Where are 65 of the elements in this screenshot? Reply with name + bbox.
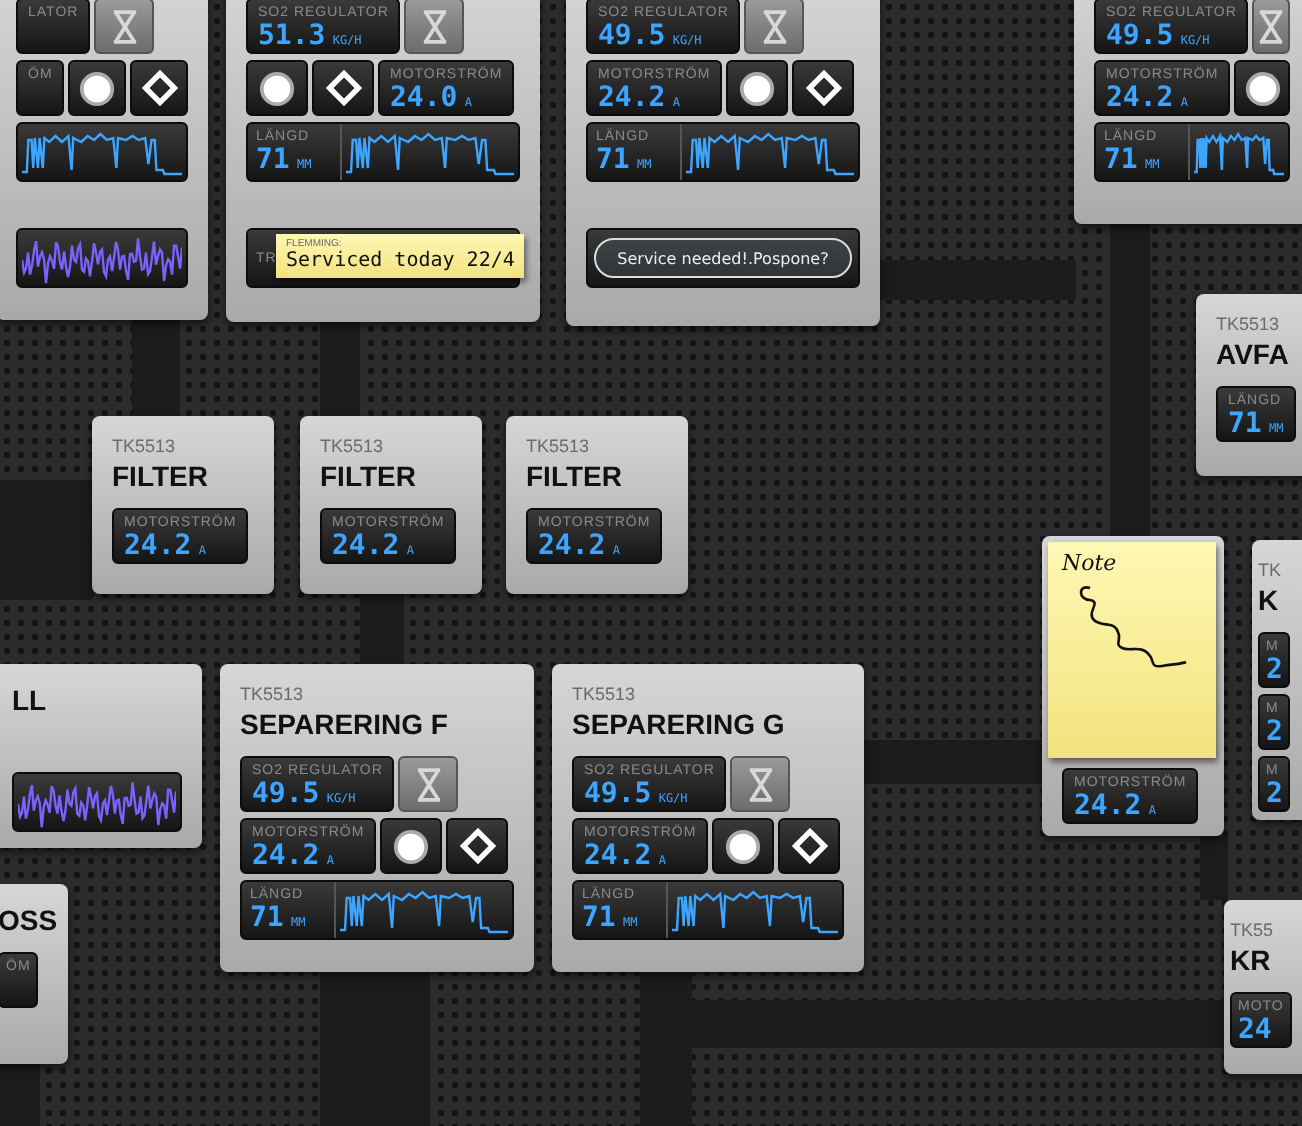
diamond-icon bbox=[805, 70, 842, 106]
machine-title: FILTER bbox=[112, 462, 210, 492]
machine-code: TK5513 bbox=[526, 438, 592, 456]
start-button[interactable] bbox=[726, 60, 789, 116]
hourglass-icon bbox=[761, 9, 788, 43]
diamond-icon bbox=[459, 828, 496, 864]
start-button[interactable] bbox=[1234, 60, 1290, 116]
readout-value: 24 bbox=[1238, 1016, 1274, 1050]
hourglass-icon bbox=[111, 9, 138, 43]
readout-value: 2 bbox=[1266, 656, 1283, 690]
mode-button[interactable] bbox=[312, 60, 374, 116]
circle-icon bbox=[78, 69, 117, 107]
diamond-icon bbox=[791, 828, 828, 864]
machine-code: TK5513 bbox=[112, 438, 178, 456]
hourglass-button[interactable] bbox=[398, 756, 459, 812]
hourglass-icon bbox=[1258, 9, 1285, 43]
diamond-icon bbox=[141, 70, 178, 106]
hourglass-icon bbox=[747, 767, 774, 801]
circle-icon bbox=[392, 827, 431, 865]
hourglass-button[interactable] bbox=[744, 0, 805, 54]
sparkline bbox=[1194, 130, 1284, 178]
machine-card[interactable]: LL bbox=[0, 664, 202, 848]
mode-button[interactable] bbox=[130, 60, 188, 116]
machine-title: SEPARERING F bbox=[240, 710, 450, 740]
service-button[interactable]: Service needed!.Pospone? bbox=[594, 238, 852, 278]
start-button[interactable] bbox=[68, 60, 127, 116]
machine-code: TK bbox=[1258, 562, 1284, 580]
hourglass-button[interactable] bbox=[1252, 0, 1290, 54]
circle-icon bbox=[258, 69, 296, 107]
sticky-note[interactable]: Note bbox=[1048, 542, 1216, 758]
pipe bbox=[132, 320, 180, 416]
machine-title: K bbox=[1258, 586, 1281, 616]
machine-code: TK55 bbox=[1230, 922, 1276, 940]
machine-title: KR bbox=[1230, 946, 1273, 976]
hourglass-button[interactable] bbox=[94, 0, 155, 54]
circle-icon bbox=[724, 827, 763, 865]
start-button[interactable] bbox=[246, 60, 308, 116]
circle-icon bbox=[738, 69, 777, 107]
machine-title: FILTER bbox=[320, 462, 418, 492]
mode-button[interactable] bbox=[778, 818, 841, 874]
readout-value: 2 bbox=[1266, 780, 1283, 814]
pipe bbox=[0, 480, 92, 600]
hourglass-button[interactable] bbox=[404, 0, 465, 54]
diamond-icon bbox=[325, 70, 361, 106]
hourglass-button[interactable] bbox=[730, 756, 791, 812]
note-text: Serviced today 22/4 bbox=[286, 250, 515, 274]
note-text: Note bbox=[1062, 550, 1119, 576]
machine-code: TK5513 bbox=[240, 686, 306, 704]
start-button[interactable] bbox=[712, 818, 775, 874]
machine-code: TK5513 bbox=[572, 686, 638, 704]
start-button[interactable] bbox=[380, 818, 443, 874]
readout-value: 2 bbox=[1266, 718, 1283, 752]
pipe bbox=[1200, 836, 1228, 900]
machine-code: TK5513 bbox=[1216, 316, 1282, 334]
pipe bbox=[360, 594, 404, 666]
mode-button[interactable] bbox=[446, 818, 509, 874]
machine-code: TK5513 bbox=[320, 438, 386, 456]
machine-title: AVFA bbox=[1216, 340, 1291, 370]
machine-title: SEPARERING G bbox=[572, 710, 787, 740]
mode-button[interactable] bbox=[792, 60, 855, 116]
machine-title: LL bbox=[12, 686, 49, 716]
hourglass-icon bbox=[415, 767, 442, 801]
machine-title: FILTER bbox=[526, 462, 624, 492]
circle-icon bbox=[1243, 69, 1282, 107]
hourglass-icon bbox=[421, 9, 448, 43]
